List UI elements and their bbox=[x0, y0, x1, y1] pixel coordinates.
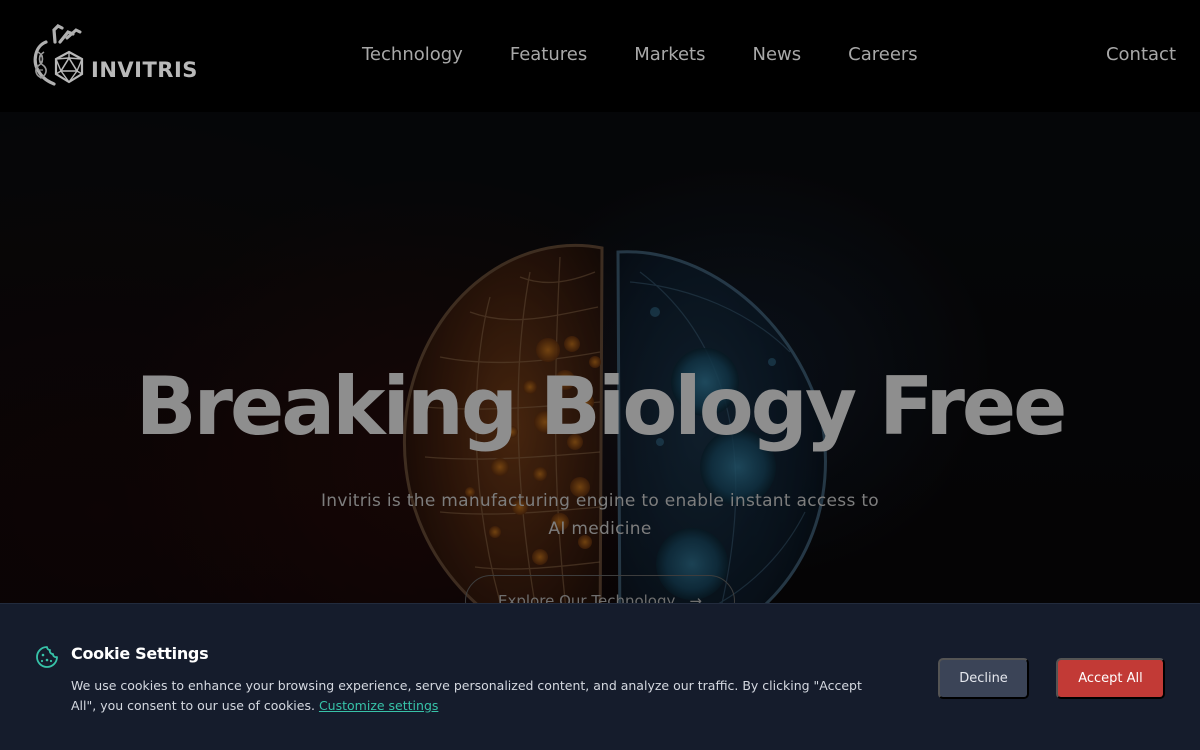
nav-item-news[interactable]: News bbox=[753, 44, 802, 65]
cookie-banner: Cookie Settings We use cookies to enhanc… bbox=[0, 603, 1200, 750]
brand-name: INVITRIS bbox=[91, 58, 198, 82]
nav-item-features[interactable]: Features bbox=[510, 44, 587, 65]
hero-subtitle: Invitris is the manufacturing engine to … bbox=[320, 491, 879, 539]
site-header: INVITRIS Technology Features Markets New… bbox=[0, 0, 1200, 112]
heart-dna-icosahedron-icon bbox=[33, 24, 84, 86]
cookie-description: We use cookies to enhance your browsing … bbox=[71, 676, 891, 716]
decline-button[interactable]: Decline bbox=[938, 658, 1029, 699]
brand-logo[interactable]: INVITRIS bbox=[30, 22, 200, 88]
cookie-text: We use cookies to enhance your browsing … bbox=[71, 678, 862, 713]
nav-item-technology[interactable]: Technology bbox=[362, 44, 463, 65]
nav-item-markets[interactable]: Markets bbox=[634, 44, 705, 65]
contact-link[interactable]: Contact bbox=[1106, 44, 1176, 65]
page: INVITRIS Technology Features Markets New… bbox=[0, 0, 1200, 750]
nav-item-careers[interactable]: Careers bbox=[848, 44, 918, 65]
cookie-icon bbox=[36, 646, 58, 668]
hero-title: Breaking Biology Free bbox=[135, 360, 1068, 453]
main-nav: Technology Features Markets News Careers bbox=[362, 44, 965, 65]
customize-settings-link[interactable]: Customize settings bbox=[319, 698, 438, 713]
cookie-title: Cookie Settings bbox=[71, 644, 209, 663]
accept-all-button[interactable]: Accept All bbox=[1056, 658, 1165, 699]
